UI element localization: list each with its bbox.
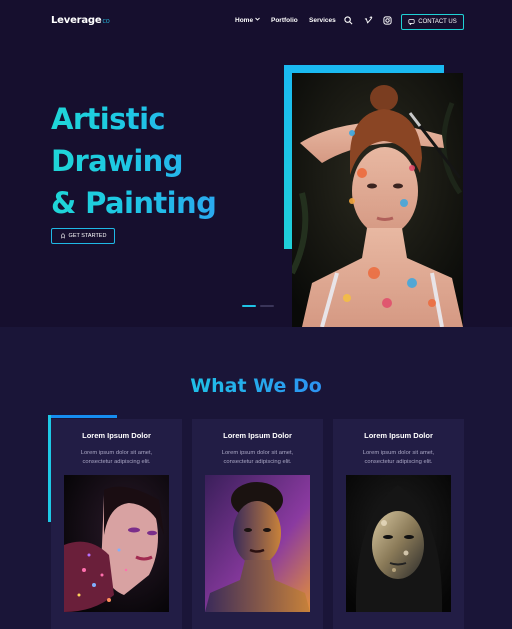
hero-portrait-image: [292, 73, 463, 327]
card-image-neon-portrait: [205, 475, 310, 612]
logo-text: Leverage: [51, 15, 102, 26]
contact-us-label: CONTACT US: [418, 19, 457, 25]
slider-dot-1[interactable]: [242, 305, 256, 307]
nav-services[interactable]: Services: [309, 17, 336, 24]
card-image-gold-paint-portrait: [346, 475, 451, 612]
card-description: Lorem ipsum dolor sit amet, consectetur …: [192, 449, 323, 467]
nav-home[interactable]: Home: [235, 17, 260, 24]
vimeo-icon[interactable]: [364, 16, 373, 25]
get-started-label: GET STARTED: [68, 233, 107, 239]
slider-dot-2[interactable]: [260, 305, 274, 307]
rocket-icon: [60, 233, 66, 239]
card-description-line-1: Lorem ipsum dolor sit amet,: [80, 450, 153, 456]
hero-title-line-2: Drawing: [51, 144, 183, 178]
service-card-3[interactable]: Lorem Ipsum Dolor Lorem ipsum dolor sit …: [333, 419, 464, 629]
instagram-icon[interactable]: [383, 16, 392, 25]
card-description-line-2: consectetur adipiscing elit.: [223, 459, 292, 465]
service-card-2[interactable]: Lorem Ipsum Dolor Lorem ipsum dolor sit …: [192, 419, 323, 629]
nav-portfolio-label: Portfolio: [271, 17, 298, 24]
logo[interactable]: LeverageCO: [51, 15, 110, 26]
card-accent-horizontal: [48, 415, 117, 418]
nav-portfolio[interactable]: Portfolio: [271, 17, 298, 24]
logo-sup: CO: [102, 19, 110, 25]
hero-title-line-3: & Painting: [51, 186, 217, 220]
get-started-button[interactable]: GET STARTED: [51, 228, 115, 244]
card-description-line-2: consectetur adipiscing elit.: [82, 459, 151, 465]
contact-us-button[interactable]: CONTACT US: [401, 14, 464, 30]
card-description: Lorem ipsum dolor sit amet, consectetur …: [333, 449, 464, 467]
section-title: What We Do: [0, 375, 512, 397]
card-description: Lorem ipsum dolor sit amet, consectetur …: [51, 449, 182, 467]
card-description-line-2: consectetur adipiscing elit.: [364, 459, 433, 465]
chat-icon: [408, 19, 415, 25]
card-title: Lorem Ipsum Dolor: [223, 431, 292, 440]
card-description-line-1: Lorem ipsum dolor sit amet,: [221, 450, 294, 456]
navbar: LeverageCO Home Portfolio Services CONTA…: [0, 0, 512, 44]
service-card-1[interactable]: Lorem Ipsum Dolor Lorem ipsum dolor sit …: [51, 419, 182, 629]
chevron-down-icon: [255, 17, 260, 21]
hero-section: LeverageCO Home Portfolio Services CONTA…: [0, 0, 512, 327]
hero-title-line-1: Artistic: [51, 102, 166, 136]
nav-services-label: Services: [309, 17, 336, 24]
card-description-line-1: Lorem ipsum dolor sit amet,: [362, 450, 435, 456]
hero-title: Artistic Drawing & Painting: [51, 98, 216, 224]
card-title: Lorem Ipsum Dolor: [82, 431, 151, 440]
nav-home-label: Home: [235, 17, 254, 24]
card-image-glitter-portrait: [64, 475, 169, 612]
search-icon[interactable]: [344, 16, 353, 25]
card-title: Lorem Ipsum Dolor: [364, 431, 433, 440]
